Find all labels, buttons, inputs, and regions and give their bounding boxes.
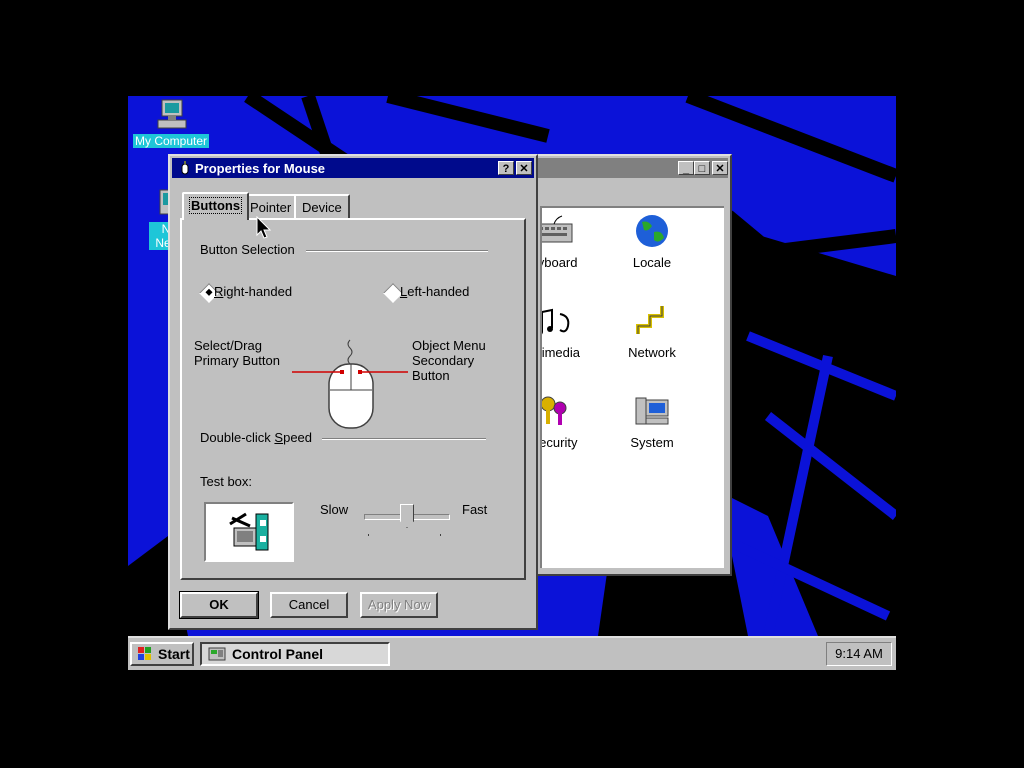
security-keys-icon [542,396,567,425]
multimedia-icon [542,308,570,335]
button-selection-heading: Button Selection [200,242,295,257]
tab-device[interactable]: Device [294,194,350,218]
test-box-label: Test box: [200,474,253,489]
start-label: Start [158,646,190,662]
cp-item-network[interactable]: Network [612,304,692,360]
cp-item-label: eyboard [542,255,578,270]
network-icon [636,306,664,334]
cp-item-label: ultimedia [541,345,581,360]
system-tray-clock[interactable]: 9:14 AM [826,642,892,666]
dialog-titlebar[interactable]: Properties for Mouse ? ✕ [172,158,534,178]
cancel-button[interactable]: Cancel [270,592,348,618]
tab-buttons[interactable]: Buttons [182,192,250,220]
cp-item-label: System [630,435,674,450]
cp-item-security[interactable]: Security [542,394,594,450]
group-divider [306,250,488,252]
close-button[interactable]: ✕ [712,161,728,175]
my-computer-icon [157,99,187,129]
jack-in-the-box-icon [229,512,269,551]
double-click-speed-heading: Double-click Speed [200,430,313,445]
cp-item-system[interactable]: System [612,394,692,450]
group-divider [322,438,486,440]
cp-item-label: Network [628,345,676,360]
taskbar-item-label: Control Panel [232,646,324,662]
tab-pointer[interactable]: Pointer [242,194,300,218]
primary-button-label: Select/Drag Primary Button [194,338,280,368]
control-panel-icon [208,647,226,661]
dialog-title: Properties for Mouse [195,160,326,176]
minimize-button[interactable]: _ [678,161,694,175]
slider-tick [368,534,369,536]
slow-label: Slow [320,502,349,517]
ok-button[interactable]: OK [179,591,259,619]
secondary-button-label: Object Menu Secondary Button [412,338,486,383]
mouse-app-icon [181,161,189,175]
taskbar: Start Control Panel 9:14 AM [128,636,896,670]
control-panel-titlebar[interactable]: _ □ ✕ [536,158,728,178]
cp-item-label: Security [542,435,578,450]
desktop-icon-my-computer[interactable]: My Computer [128,98,216,148]
double-click-speed-slider[interactable] [400,504,414,528]
help-button[interactable]: ? [498,161,514,175]
control-panel-pane: eyboard Locale ultimedia Network [540,206,724,568]
tab-label: Pointer [250,200,292,215]
mouse-cursor-icon [256,216,272,239]
cp-item-locale[interactable]: Locale [612,214,692,270]
globe-icon [636,215,668,247]
taskbar-item-control-panel[interactable]: Control Panel [200,642,390,666]
buttons-tab-panel: Button Selection Right-handed Left-hande… [180,218,526,580]
keyboard-icon [542,215,573,243]
mouse-properties-dialog: Properties for Mouse ? ✕ Buttons Pointer… [168,154,538,630]
control-panel-window: _ □ ✕ eyboard Locale ultimedi [532,154,732,576]
tab-label: Buttons [188,197,243,214]
system-computer-icon [635,397,669,425]
slider-tick [440,534,441,536]
start-button[interactable]: Start [130,642,194,666]
apply-now-button[interactable]: Apply Now [360,592,438,618]
right-handed-label[interactable]: Right-handed [214,284,292,299]
cp-item-label: Locale [632,255,672,270]
double-click-test-box[interactable] [204,502,294,562]
fast-label: Fast [462,502,488,517]
tab-label: Device [302,200,342,215]
mouse-diagram-icon [292,339,408,429]
cp-item-multimedia[interactable]: ultimedia [541,304,594,360]
windows-logo-icon [138,647,151,660]
close-button[interactable]: ✕ [516,161,532,175]
maximize-button[interactable]: □ [694,161,710,175]
left-handed-label[interactable]: Left-handed [400,284,469,299]
cp-item-keyboard[interactable]: eyboard [542,214,594,270]
desktop-icon-label: My Computer [132,134,210,148]
